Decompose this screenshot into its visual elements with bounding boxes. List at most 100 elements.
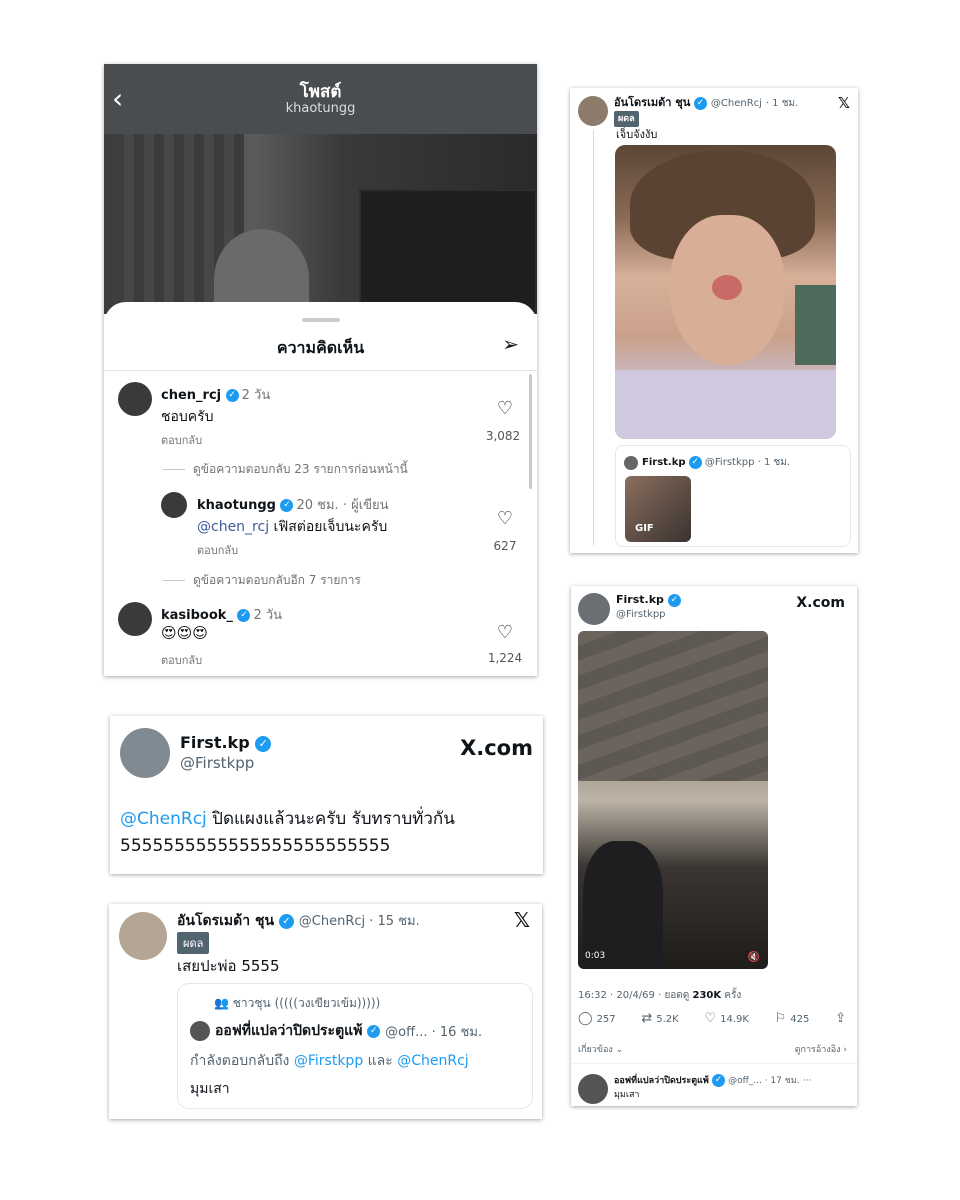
verified-icon: ✓ [255, 735, 272, 752]
comment-item: kasibook_ ✓ 2 วัน 😍😍😍 ตอบกลับ ♡ 1,224 [104, 600, 537, 676]
avatar[interactable] [118, 382, 152, 416]
quote-time: · 1 ชม. [757, 457, 791, 468]
view-quotes-link[interactable]: ดูการอ้างอิง › [795, 1042, 847, 1056]
x-logo-icon: 𝕏 [837, 94, 850, 112]
bookmark-action[interactable]: ⚐ 425 [775, 1011, 810, 1026]
x-post-card: อันโดรเมด้า ชุน ✓ @ChenRcj · 15 ชม. 𝕏 ผด… [109, 904, 542, 1119]
avatar[interactable] [578, 1074, 608, 1104]
post-text: เจ็บจังงับ [616, 128, 658, 141]
mention-link[interactable]: @Firstkpp [294, 1053, 363, 1069]
comment-username[interactable]: chen_rcj [161, 388, 221, 403]
handle: @ChenRcj · 15 ชม. [298, 914, 420, 929]
x-post-card: อันโดรเมด้า ชุน ✓ @ChenRcj · 1 ชม. ผดล 𝕏… [570, 88, 858, 553]
repost-action[interactable]: ⇄ 5.2K [641, 1011, 678, 1026]
avatar[interactable] [161, 492, 187, 518]
reply-handle: @off_... · 17 ชม. [728, 1076, 800, 1086]
reply-name[interactable]: ออฟที่แปลว่าปิดประตูแพ้ [614, 1076, 709, 1086]
sheet-drag-handle[interactable] [302, 318, 340, 322]
comments-title: ความคิดเห็น [276, 338, 365, 357]
view-count: 230K [692, 990, 722, 1001]
reply-icon: ◯ [578, 1011, 593, 1026]
post-text: เสยปะพ่อ 5555 [177, 957, 280, 975]
reply-text: มุมเสา [614, 1090, 640, 1100]
heart-icon[interactable]: ♡ [493, 398, 517, 419]
comments-sheet: ความคิดเห็น ➢ chen_rcj ✓ 2 วัน ชอบครับ ตอ… [104, 302, 537, 676]
verified-icon: ✓ [237, 609, 251, 622]
quoted-post[interactable]: First.kp ✓ @Firstkpp · 1 ชม. GIF [615, 445, 851, 547]
reply-button[interactable]: ตอบกลับ [161, 431, 202, 449]
avatar[interactable] [118, 602, 152, 636]
display-name[interactable]: อันโดรเมด้า ชุน [614, 96, 690, 109]
mention-link[interactable]: @ChenRcj [397, 1053, 468, 1069]
send-icon[interactable]: ➢ [502, 332, 519, 356]
verified-icon: ✓ [667, 593, 681, 607]
like-count: 3,082 [485, 429, 521, 443]
like-count: 1,224 [487, 651, 523, 665]
comment-username[interactable]: khaotungg [197, 498, 276, 513]
comment-text: ชอบครับ [161, 409, 214, 425]
verified-icon: ✓ [278, 913, 294, 929]
post-image[interactable] [615, 145, 836, 439]
avatar[interactable] [119, 912, 167, 960]
verified-icon: ✓ [711, 1074, 725, 1087]
gif-thumbnail[interactable]: GIF [625, 476, 691, 542]
comment-item: chen_rcj ✓ 2 วัน ชอบครับ ตอบกลับ ♡ 3,082 [104, 378, 537, 458]
affiliate-tag: ผดล [177, 932, 210, 954]
quote-name: ออฟที่แปลว่าปิดประตูแพ้ [215, 1023, 363, 1039]
display-name[interactable]: อันโดรเมด้า ชุน [177, 913, 274, 929]
handle: @ChenRcj [710, 98, 762, 109]
post-text: @ChenRcj ปิดแผงแล้วนะครับ รับทราบทั่วกัน… [120, 809, 455, 856]
verified-icon: ✓ [688, 456, 702, 469]
handle: @Firstkpp [616, 608, 666, 620]
reply-action[interactable]: ◯ 257 [578, 1011, 616, 1026]
like-action[interactable]: ♡ 14.9K [704, 1011, 748, 1026]
quoted-post[interactable]: 👥 ชาวชุน (((((วงเขียวเข้ม))))) ออฟที่แปล… [177, 983, 533, 1109]
gif-label: GIF [635, 523, 654, 534]
reply-item: ออฟที่แปลว่าปิดประตูแพ้ ✓ @off_... · 17 … [578, 1074, 811, 1104]
avatar [624, 455, 638, 470]
comment-text: เฟิสต่อยเจ็บนะครับ [269, 519, 388, 535]
x-post-card: First.kp ✓ @Firstkpp X.com @ChenRcj ปิดแ… [110, 716, 543, 874]
post-time: · 1 ชม. [765, 98, 799, 109]
quote-text: มุมเสา [190, 1081, 230, 1097]
display-name[interactable]: First.kp [616, 593, 664, 606]
mention-link[interactable]: @ChenRcj [120, 809, 207, 829]
heart-icon[interactable]: ♡ [493, 622, 517, 643]
related-dropdown[interactable]: เกี่ยวข้อง ⌄ [578, 1042, 623, 1056]
replying-to: กำลังตอบกลับถึง @Firstkpp และ @ChenRcj [190, 1053, 469, 1069]
handle: @Firstkpp [180, 754, 255, 772]
avatar[interactable] [120, 728, 170, 778]
post-photo [104, 134, 537, 329]
action-bar: ◯ 257 ⇄ 5.2K ♡ 14.9K ⚐ 425 ⇪ [578, 1011, 850, 1026]
community-label: 👥 ชาวชุน (((((วงเขียวเข้ม))))) [214, 996, 381, 1010]
verified-icon: ✓ [280, 499, 294, 512]
more-icon[interactable]: ··· [803, 1076, 812, 1086]
view-previous-replies[interactable]: ดูข้อความตอบกลับ 23 รายการก่อนหน้านี้ [163, 460, 408, 479]
comment-item: khaotungg ✓ 20 ชม. · ผู้เขียน @chen_rcj เ… [104, 488, 537, 568]
verified-icon: ✓ [694, 96, 708, 110]
share-action[interactable]: ⇪ [835, 1011, 850, 1026]
x-video-post-card: First.kp ✓ @Firstkpp X.com 0:03 🔇 16:32 … [571, 586, 857, 1106]
heart-icon[interactable]: ♡ [493, 508, 517, 529]
x-com-logo: X.com [460, 736, 533, 760]
verified-icon: ✓ [367, 1024, 381, 1038]
reply-button[interactable]: ตอบกลับ [161, 651, 202, 669]
mute-icon[interactable]: 🔇 [748, 952, 760, 963]
instagram-comments-card: ‹ โพสต์ khaotungg ความคิดเห็น ➢ chen_rcj… [104, 64, 537, 676]
avatar[interactable] [578, 96, 608, 126]
avatar[interactable] [578, 593, 610, 625]
people-icon: 👥 [214, 996, 229, 1010]
comment-username[interactable]: kasibook_ [161, 608, 233, 623]
view-more-replies[interactable]: ดูข้อความตอบกลับอีก 7 รายการ [163, 571, 361, 590]
x-com-logo: X.com [796, 595, 845, 611]
quote-name: First.kp [642, 457, 686, 468]
reply-button[interactable]: ตอบกลับ [197, 541, 238, 559]
post-video[interactable]: 0:03 🔇 [578, 631, 768, 969]
verified-icon: ✓ [225, 389, 239, 402]
like-count: 627 [493, 539, 517, 553]
ig-header-subtitle: khaotungg [285, 101, 356, 116]
x-logo-icon: 𝕏 [513, 908, 530, 932]
display-name[interactable]: First.kp [180, 733, 250, 752]
comment-mention[interactable]: @chen_rcj [197, 519, 269, 535]
comment-time: 2 วัน [241, 388, 271, 403]
